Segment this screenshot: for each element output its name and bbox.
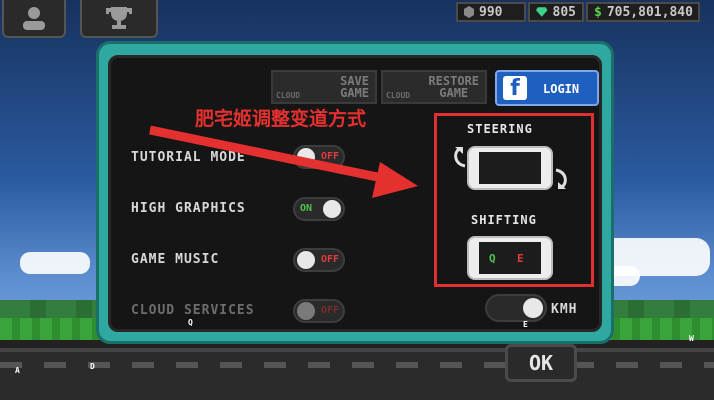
annotation-caption: 肥宅姬调整变道方式	[195, 108, 367, 130]
key-hint-q: Q	[188, 318, 193, 327]
ok-label: OK	[528, 351, 554, 375]
key-hint-a: A	[15, 366, 20, 375]
key-hint-w: W	[689, 334, 694, 343]
ok-button[interactable]: OK	[505, 344, 577, 382]
key-hint-d: D	[90, 362, 95, 371]
key-hint-e: E	[523, 320, 528, 329]
annotation-arrow	[149, 125, 418, 198]
